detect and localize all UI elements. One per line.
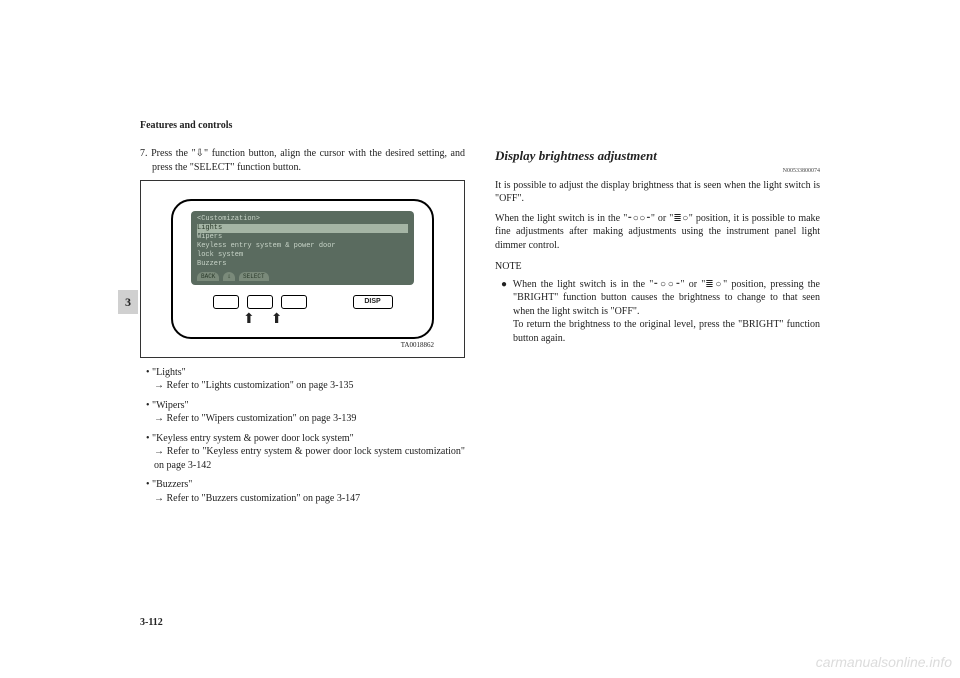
refer-wipers: → Refer to "Wipers customization" on pag… <box>154 412 465 426</box>
up-arrow-icon: ⬆ <box>243 313 255 327</box>
screen-content: <Customization> Lights Wipers Keyless en… <box>191 211 414 285</box>
screen-item-lock: lock system <box>197 251 408 260</box>
right-column: Display brightness adjustment N005338000… <box>495 147 820 505</box>
diagram-id: TA0018862 <box>171 341 434 350</box>
chapter-tab: 3 <box>118 290 138 314</box>
page-number: 3-112 <box>140 617 163 628</box>
manual-page: Features and controls 7. Press the "⇩" f… <box>0 0 960 678</box>
bullet-wipers: • "Wipers" <box>154 399 465 413</box>
section-header: Features and controls <box>140 120 820 131</box>
doc-code: N00533800074 <box>495 167 820 175</box>
screen-bezel: <Customization> Lights Wipers Keyless en… <box>171 199 434 339</box>
refer-lights: → Refer to "Lights customization" on pag… <box>154 379 465 393</box>
screen-title: <Customization> <box>197 215 408 224</box>
two-columns: 7. Press the "⇩" function button, align … <box>140 147 820 505</box>
para-2: When the light switch is in the "⁃○○⁃" o… <box>495 212 820 253</box>
physical-buttons: DISP <box>191 295 414 309</box>
brightness-heading: Display brightness adjustment <box>495 147 820 165</box>
soft-select: SELECT <box>239 272 269 282</box>
note-bullet: ● When the light switch is in the "⁃○○⁃"… <box>513 278 820 319</box>
screen-item-buzzers: Buzzers <box>197 260 408 269</box>
bullet-lights: • "Lights" <box>154 366 465 380</box>
refer-buzzers: → Refer to "Buzzers customization" on pa… <box>154 492 465 506</box>
soft-down: ⇩ <box>223 272 235 282</box>
pointer-arrows: ⬆ ⬆ <box>243 313 414 327</box>
bullet-buzzers: • "Buzzers" <box>154 478 465 492</box>
phys-button-3 <box>281 295 307 309</box>
soft-back: BACK <box>197 272 219 282</box>
phys-button-2 <box>247 295 273 309</box>
up-arrow-icon: ⬆ <box>271 313 283 327</box>
screen-item-keyless: Keyless entry system & power door <box>197 242 408 251</box>
watermark: carmanualsonline.info <box>816 654 952 670</box>
display-diagram: <Customization> Lights Wipers Keyless en… <box>140 180 465 358</box>
note-title: NOTE <box>495 260 820 274</box>
screen-item-wipers: Wipers <box>197 233 408 242</box>
para-1: It is possible to adjust the display bri… <box>495 179 820 206</box>
screen-soft-buttons: BACK ⇩ SELECT <box>197 272 408 282</box>
phys-button-1 <box>213 295 239 309</box>
note-continuation: To return the brightness to the original… <box>513 318 820 345</box>
bullet-keyless: • "Keyless entry system & power door loc… <box>154 432 465 446</box>
step-7-text: 7. Press the "⇩" function button, align … <box>152 147 465 174</box>
left-column: 7. Press the "⇩" function button, align … <box>140 147 465 505</box>
disp-button: DISP <box>353 295 393 309</box>
refer-keyless: → Refer to "Keyless entry system & power… <box>154 445 465 472</box>
screen-item-lights: Lights <box>197 224 408 233</box>
